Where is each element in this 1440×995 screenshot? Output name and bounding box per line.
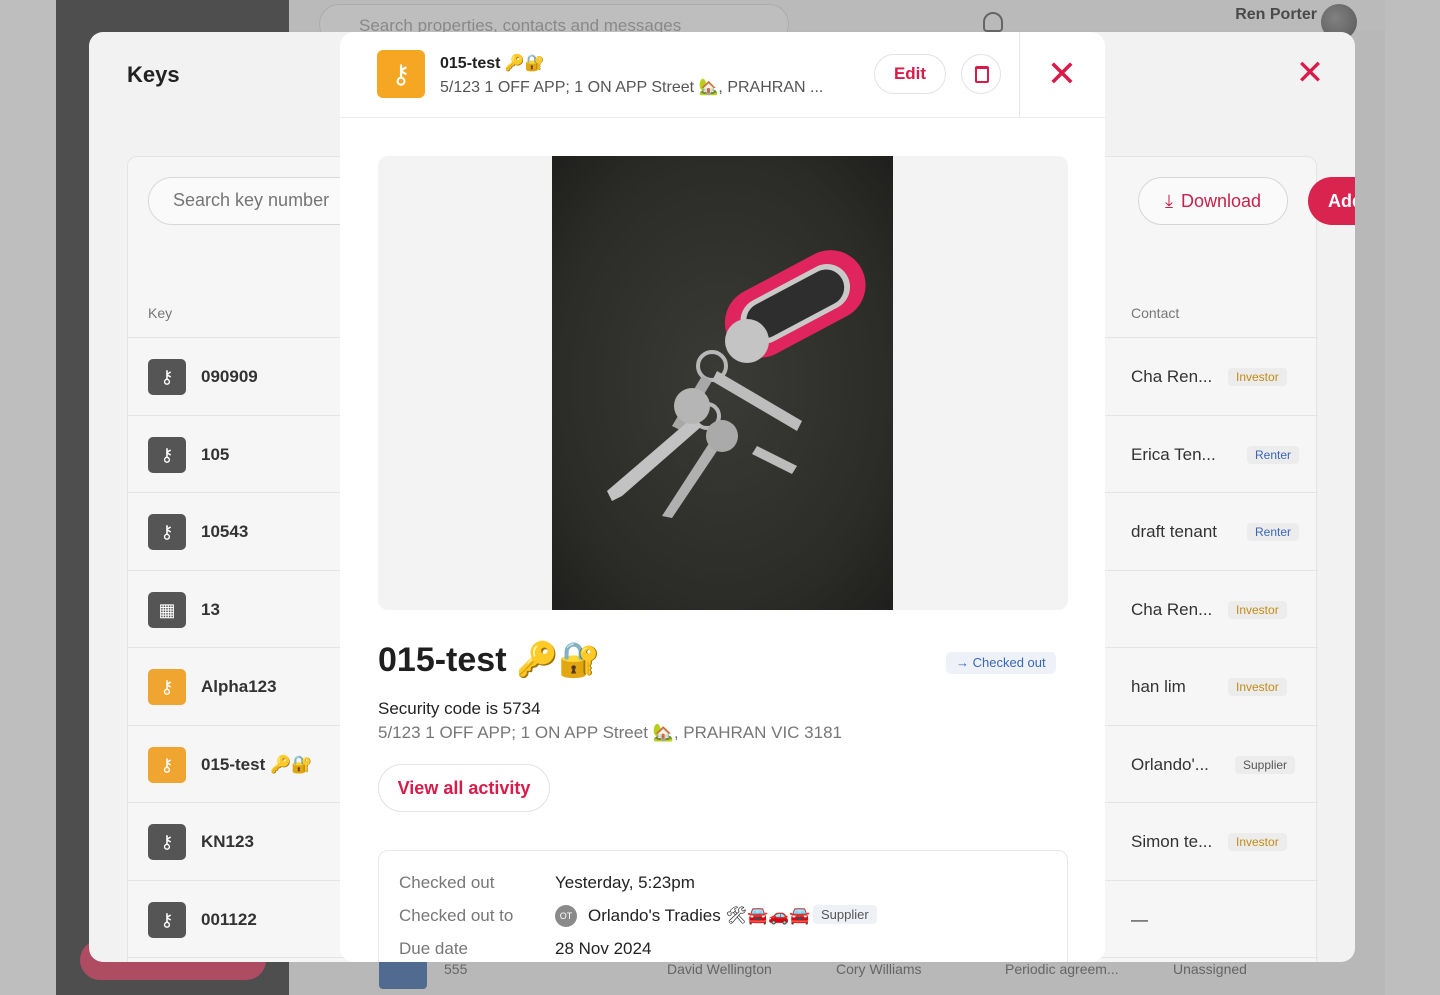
role-badge: Investor (1228, 368, 1287, 386)
row-contact: draft tenant (1131, 522, 1218, 541)
due-date-label: Due date (399, 939, 468, 958)
property-address: 5/123 1 OFF APP; 1 ON APP Street 🏡, PRAH… (378, 723, 842, 742)
row-key-number: 015-test 🔑🔐 (201, 754, 313, 774)
row-key-number: KN123 (201, 832, 254, 851)
key-icon: ⚷ (377, 50, 425, 98)
download-button[interactable]: ⤓ Download (1138, 177, 1288, 225)
column-header-contact[interactable]: Contact (1131, 305, 1179, 321)
role-badge: Supplier (1235, 755, 1296, 774)
key-detail-modal: ⚷ 015-test 🔑🔐 5/123 1 OFF APP; 1 ON APP … (340, 32, 1105, 962)
detail-header: ⚷ 015-test 🔑🔐 5/123 1 OFF APP; 1 ON APP … (340, 32, 1105, 118)
row-contact: — (1131, 909, 1148, 929)
trash-icon (975, 66, 989, 83)
row-contact: Erica Ten... (1131, 444, 1216, 464)
security-code: Security code is 5734 (378, 699, 541, 718)
checked-out-label: Checked out (399, 873, 495, 892)
role-badge: Renter (1247, 445, 1300, 464)
row-key-number: 001122 (201, 909, 257, 929)
close-icon[interactable]: ✕ (1044, 56, 1080, 92)
supplier-badge: Supplier (813, 905, 877, 924)
row-contact: Cha Ren... (1131, 599, 1213, 619)
key-icon: ⚷ (148, 824, 186, 860)
view-activity-button[interactable]: View all activity (378, 764, 550, 812)
row-key-number: 090909 (201, 367, 258, 386)
add-button[interactable]: Add (1308, 177, 1355, 225)
avatar[interactable]: OT (555, 905, 577, 927)
role-badge: Investor (1228, 678, 1287, 696)
edit-button[interactable]: Edit (874, 54, 946, 94)
key-icon: ⚷ (148, 669, 186, 705)
download-icon: ⤓ (1164, 190, 1173, 211)
role-badge: Investor (1228, 600, 1287, 619)
role-badge: Investor (1228, 833, 1287, 851)
row-contact: Cha Ren... (1131, 367, 1213, 386)
detail-header-address: 5/123 1 OFF APP; 1 ON APP Street 🏡, PRAH… (440, 79, 824, 96)
key-icon: ⚷ (148, 901, 186, 938)
row-contact: Simon te... (1131, 832, 1213, 851)
key-icon: ⚷ (148, 514, 186, 550)
column-header-key[interactable]: Key (148, 305, 172, 321)
row-key-number: 13 (201, 599, 220, 619)
checked-out-value: Yesterday, 5:23pm (555, 873, 695, 892)
key-icon: ⚷ (148, 746, 186, 783)
keys-panel-title: Keys (127, 62, 180, 87)
role-badge: Renter (1247, 523, 1300, 541)
row-contact: Orlando'... (1131, 754, 1209, 774)
keypad-icon: ▦ (148, 591, 186, 628)
row-key-number: Alpha123 (201, 677, 277, 696)
delete-button[interactable] (961, 54, 1001, 94)
checked-out-to-label: Checked out to (399, 906, 514, 925)
checked-out-to-contact[interactable]: Orlando's Tradies 🛠🚘🚗🚘 (588, 906, 811, 926)
download-label: Download (1180, 190, 1262, 211)
row-contact: han lim (1131, 677, 1186, 696)
row-key-number: 105 (201, 444, 230, 464)
key-icon: ⚷ (148, 359, 186, 395)
due-date-value: 28 Nov 2024 (555, 939, 652, 958)
key-icon: ⚷ (148, 436, 186, 473)
row-key-number: 10543 (201, 522, 249, 541)
key-photo-frame (378, 156, 1068, 610)
keys-illustration (607, 250, 866, 518)
keys-close-icon[interactable]: ✕ (1295, 56, 1325, 90)
status-badge: → Checked out (946, 652, 1056, 674)
key-title: 015-test 🔑🔐 (378, 641, 601, 679)
screen: Search properties, contacts and messages… (0, 0, 1440, 995)
checkout-info-card: Checked out Yesterday, 5:23pm Checked ou… (378, 850, 1068, 962)
header-divider (1019, 32, 1020, 118)
key-photo[interactable] (552, 156, 893, 610)
detail-header-title: 015-test 🔑🔐 (440, 55, 545, 72)
